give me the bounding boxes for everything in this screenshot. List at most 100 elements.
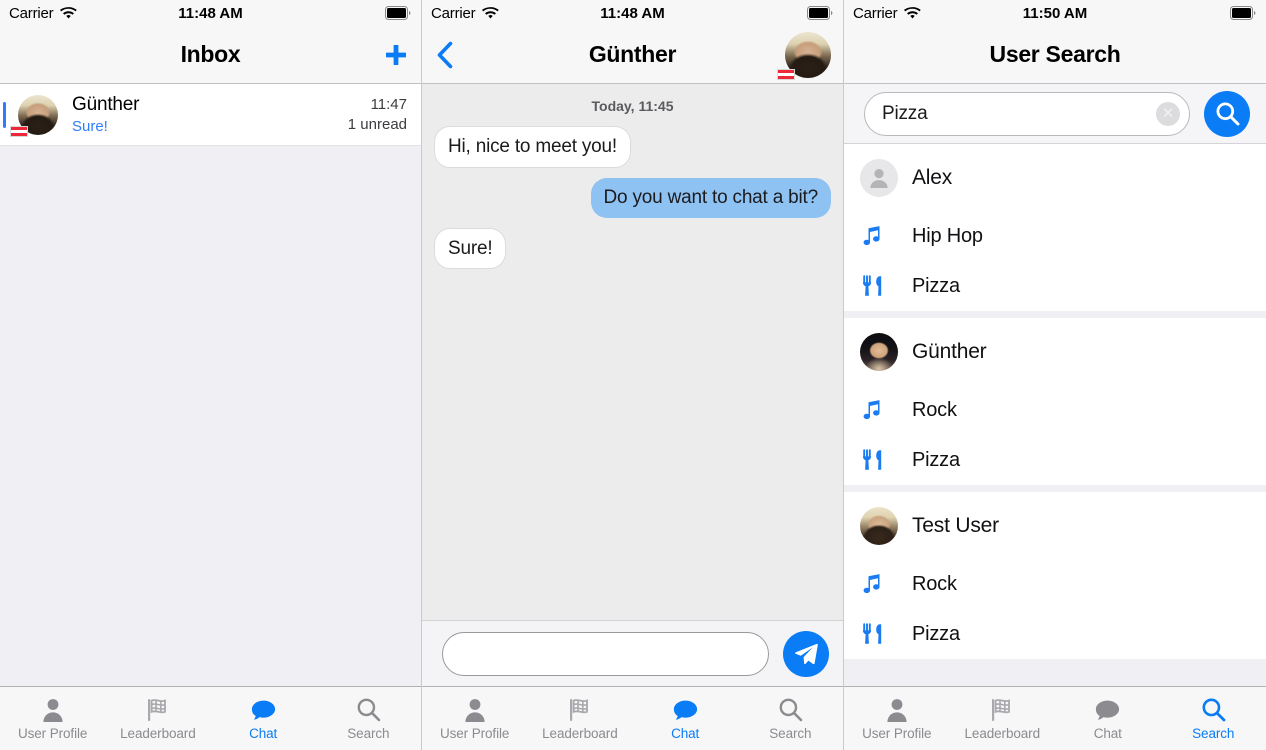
navigation-bar: Günther — [422, 26, 843, 84]
result-attribute-label: Pizza — [912, 274, 960, 297]
tab-user-profile[interactable]: User Profile — [844, 687, 950, 750]
result-attribute-row[interactable]: Rock — [844, 385, 1266, 435]
tab-leaderboard[interactable]: Leaderboard — [527, 687, 632, 750]
status-bar-right — [807, 6, 834, 20]
tab-search[interactable]: Search — [738, 687, 843, 750]
status-bar: Carrier 11:48 AM — [0, 0, 421, 26]
tab-label: Search — [769, 726, 812, 741]
back-button[interactable] — [434, 40, 456, 70]
austria-flag-icon — [777, 68, 795, 80]
result-attribute-label: Rock — [912, 572, 957, 595]
music-note-icon — [860, 572, 912, 596]
music-note-icon — [860, 398, 912, 422]
wifi-icon — [60, 6, 78, 20]
chevron-left-icon — [434, 40, 456, 70]
chat-partner-avatar-button[interactable] — [777, 31, 831, 80]
page-title: User Search — [989, 41, 1121, 67]
search-field[interactable]: ✕ — [864, 91, 1190, 136]
message-row: Hi, nice to meet you! — [434, 126, 831, 168]
result-user-name: Günther — [912, 339, 987, 363]
clear-search-icon[interactable]: ✕ — [1156, 101, 1180, 126]
new-message-button[interactable] — [383, 42, 409, 68]
fork-knife-icon — [860, 274, 912, 298]
tab-bar: User Profile Leaderboard Chat Search — [422, 686, 843, 750]
tab-search[interactable]: Search — [1161, 687, 1266, 750]
battery-full-icon — [807, 6, 834, 20]
status-bar: Carrier 11:48 AM — [422, 0, 843, 26]
carrier-label: Carrier — [9, 4, 54, 22]
tab-label: Search — [347, 726, 390, 741]
conversation-preview: Sure! — [72, 118, 108, 135]
multi-screen-container: Carrier 11:48 AM Inbox Günther Sure! 11:… — [0, 0, 1266, 750]
list-item-texts: Günther Sure! — [72, 94, 139, 135]
avatar-image — [860, 332, 898, 371]
tab-leaderboard[interactable]: Leaderboard — [950, 687, 1056, 750]
result-attribute-label: Hip Hop — [912, 224, 983, 247]
carrier-label: Carrier — [853, 4, 898, 22]
search-result-group: Alex Hip Hop Pizza — [844, 144, 1266, 311]
avatar — [860, 332, 912, 371]
message-composer — [422, 620, 843, 686]
tab-chat[interactable]: Chat — [1055, 687, 1161, 750]
result-attribute-label: Pizza — [912, 622, 960, 645]
avatar-image — [860, 506, 898, 545]
tab-chat[interactable]: Chat — [211, 687, 316, 750]
message-input[interactable] — [442, 631, 769, 676]
speech-bubble-icon — [672, 696, 699, 723]
screen-chat: Carrier 11:48 AM Günther Today, 11:45 Hi… — [422, 0, 844, 750]
tab-label: Chat — [671, 726, 700, 741]
result-user-row[interactable]: Alex — [844, 144, 1266, 211]
status-bar-right — [1230, 6, 1257, 20]
message-bubble-incoming[interactable]: Hi, nice to meet you! — [434, 126, 631, 168]
magnifier-icon — [778, 696, 803, 723]
unread-count-label: 1 unread — [347, 116, 407, 133]
unread-indicator — [3, 102, 6, 128]
message-bubble-incoming[interactable]: Sure! — [434, 227, 507, 270]
magnifier-icon — [356, 696, 381, 723]
search-results-list: Alex Hip Hop Pizza Günther Rock Pizza Te… — [844, 144, 1266, 686]
tab-label: User Profile — [439, 726, 510, 741]
fork-knife-icon — [860, 622, 912, 646]
checkered-flag-icon — [989, 696, 1015, 723]
message-bubble-outgoing[interactable]: Do you want to chat a bit? — [590, 177, 831, 218]
tab-user-profile[interactable]: User Profile — [0, 687, 105, 750]
tab-label: User Profile — [862, 726, 932, 741]
result-attribute-row[interactable]: Rock — [844, 559, 1266, 609]
list-item[interactable]: Günther Sure! 11:47 1 unread — [0, 84, 421, 146]
result-attribute-row[interactable]: Pizza — [844, 261, 1266, 311]
avatar — [860, 506, 912, 545]
speech-bubble-icon — [250, 696, 277, 723]
search-submit-button[interactable] — [1204, 90, 1250, 137]
result-user-row[interactable]: Test User — [844, 492, 1266, 559]
tab-chat[interactable]: Chat — [633, 687, 738, 750]
send-button[interactable] — [783, 630, 829, 677]
result-attribute-row[interactable]: Hip Hop — [844, 211, 1266, 261]
checkered-flag-icon — [145, 696, 171, 723]
status-bar: Carrier 11:50 AM — [844, 0, 1266, 26]
search-bar: ✕ — [844, 84, 1266, 144]
tab-bar: User Profile Leaderboard Chat Search — [844, 686, 1266, 750]
navigation-bar: User Search — [844, 26, 1266, 84]
tab-leaderboard[interactable]: Leaderboard — [105, 687, 210, 750]
result-attribute-label: Pizza — [912, 448, 960, 471]
message-list: Today, 11:45 Hi, nice to meet you! Do yo… — [422, 84, 843, 620]
conversation-time: 11:47 — [370, 96, 407, 113]
send-paper-plane-icon — [793, 641, 819, 667]
wifi-icon — [482, 6, 500, 20]
result-attribute-row[interactable]: Pizza — [844, 609, 1266, 659]
plus-icon — [383, 42, 409, 68]
speech-bubble-icon — [1094, 696, 1121, 723]
wifi-icon — [904, 6, 922, 20]
tab-bar: User Profile Leaderboard Chat Search — [0, 686, 421, 750]
magnifier-icon — [1214, 100, 1241, 127]
battery-full-icon — [1230, 6, 1257, 20]
result-user-row[interactable]: Günther — [844, 318, 1266, 385]
message-row: Sure! — [434, 227, 831, 270]
result-attribute-row[interactable]: Pizza — [844, 435, 1266, 485]
result-user-name: Test User — [912, 513, 999, 537]
tab-search[interactable]: Search — [316, 687, 421, 750]
tab-user-profile[interactable]: User Profile — [422, 687, 527, 750]
checkered-flag-icon — [567, 696, 593, 723]
search-input[interactable] — [882, 102, 1156, 125]
fork-knife-icon — [860, 448, 912, 472]
